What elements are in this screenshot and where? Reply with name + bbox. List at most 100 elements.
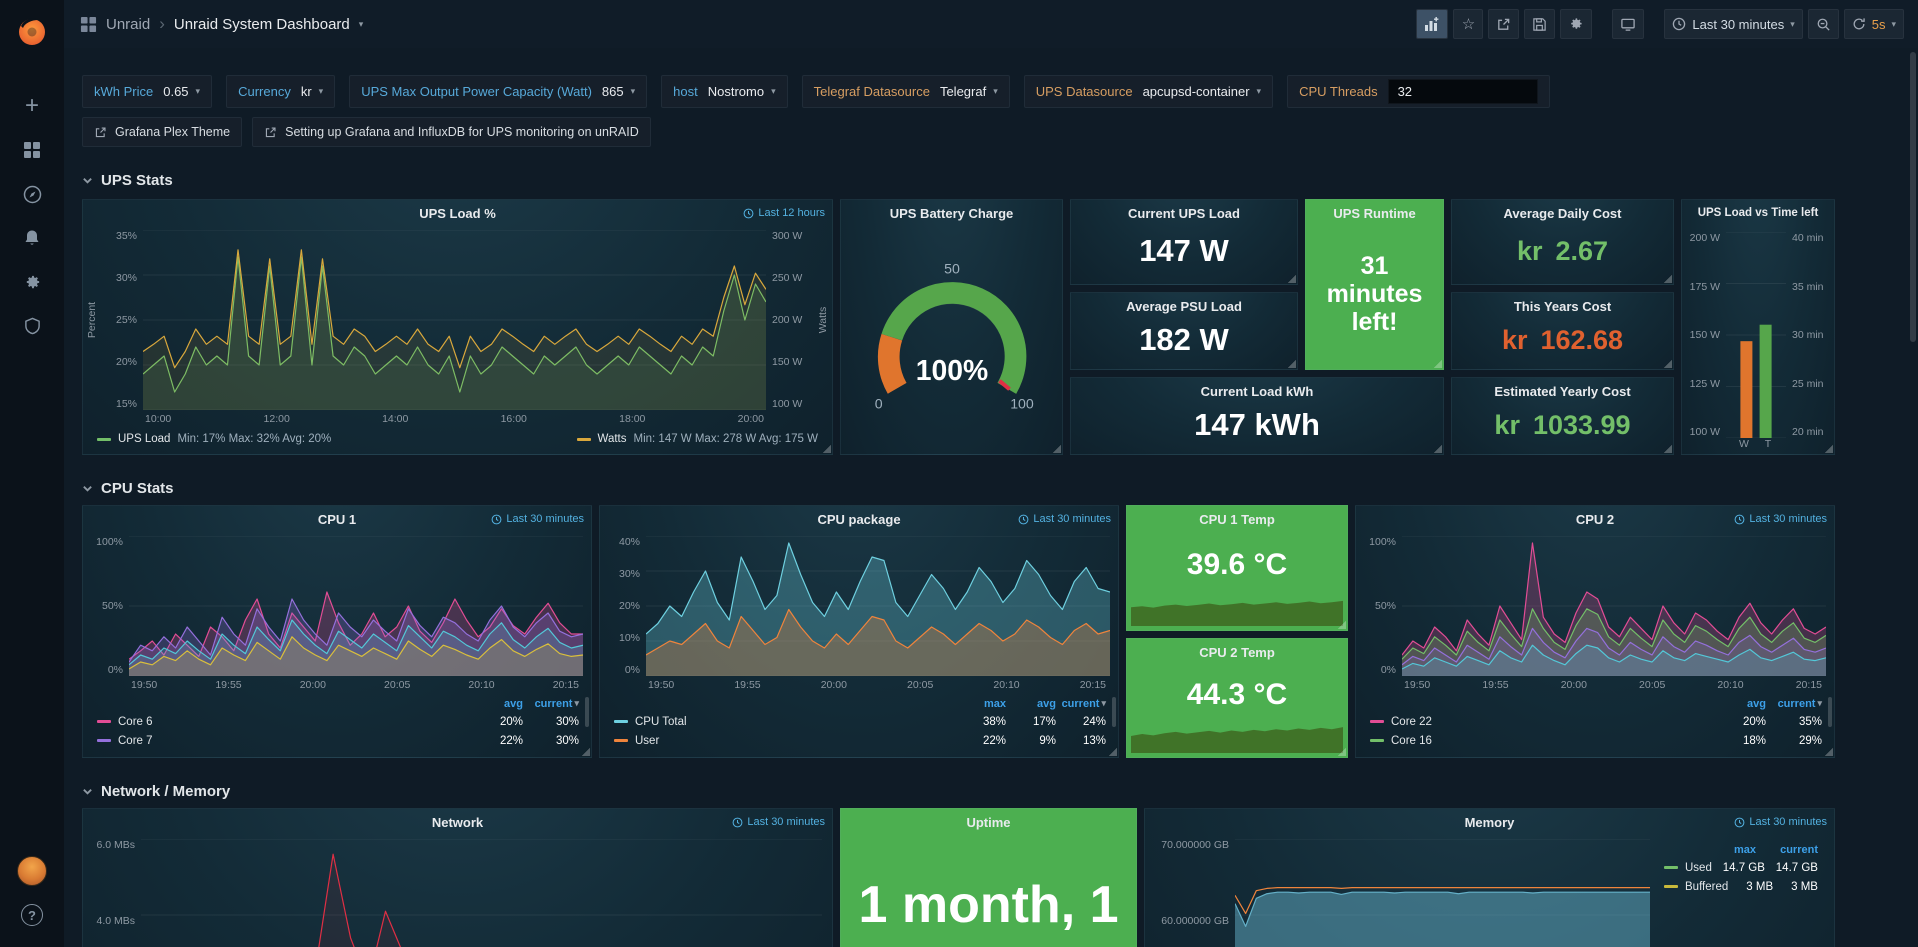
save-dashboard-button[interactable] <box>1524 9 1555 39</box>
sidebar-item-configuration[interactable] <box>9 260 55 304</box>
legend-item-ups-load[interactable]: UPS Load Min: 17% Max: 32% Avg: 20% <box>97 433 331 445</box>
panel-title[interactable]: CPU package <box>817 512 900 527</box>
panel-title[interactable]: Average PSU Load <box>1126 299 1242 314</box>
memory-chart[interactable] <box>1235 839 1650 947</box>
legend-row-core6[interactable]: Core 6 20% 30% <box>97 712 579 731</box>
section-header-cpu-stats[interactable]: CPU Stats <box>82 480 1918 497</box>
page-scrollbar[interactable] <box>1910 52 1916 342</box>
grafana-logo[interactable] <box>9 8 55 54</box>
panel-title[interactable]: Estimated Yearly Cost <box>1494 384 1630 399</box>
tick-label: 15% <box>99 398 137 410</box>
panel-title[interactable]: CPU 1 Temp <box>1199 512 1275 527</box>
add-panel-button[interactable] <box>1416 9 1448 39</box>
variable-value: 865 <box>602 84 624 99</box>
panel-title[interactable]: Memory <box>1465 815 1515 830</box>
cpu-threads-input[interactable] <box>1388 79 1538 104</box>
legend-sort-max[interactable]: max <box>956 698 1006 710</box>
sidebar-item-dashboards[interactable] <box>9 128 55 172</box>
panel-title[interactable]: UPS Battery Charge <box>890 206 1014 221</box>
legend-row-cpu-total[interactable]: CPU Total 38% 17% 24% <box>614 712 1106 731</box>
variable-ups-datasource: UPS Datasource apcupsd-container▾ <box>1024 75 1273 108</box>
cpu-package-chart[interactable] <box>646 536 1110 676</box>
legend-sort-avg[interactable]: avg <box>1710 698 1766 710</box>
refresh-button[interactable]: 5s ▾ <box>1844 9 1904 39</box>
user-avatar[interactable] <box>9 849 55 893</box>
variable-value-dropdown[interactable]: kr▾ <box>301 84 323 99</box>
sidebar-item-explore[interactable] <box>9 172 55 216</box>
legend-row-used[interactable]: Used 14.7 GB 14.7 GB <box>1664 858 1818 877</box>
panel-title[interactable]: This Years Cost <box>1514 299 1611 314</box>
legend-value: 14.7 GB <box>1712 862 1765 874</box>
panel-title[interactable]: CPU 2 Temp <box>1199 645 1275 660</box>
panel-network: Network Last 30 minutes 6.0 MBs 4.0 MBs … <box>82 808 833 947</box>
dashboard-settings-button[interactable] <box>1560 9 1592 39</box>
legend-value: 13% <box>1056 735 1106 747</box>
dashboard-dropdown-caret-icon[interactable]: ▾ <box>359 19 364 30</box>
variable-value-dropdown[interactable]: Telegraf▾ <box>940 84 998 99</box>
legend-scrollbar[interactable] <box>1828 697 1832 727</box>
breadcrumb-org[interactable]: Unraid <box>106 16 150 33</box>
sidebar-item-server-admin[interactable] <box>9 304 55 348</box>
legend-scrollbar[interactable] <box>1112 697 1116 727</box>
legend-sort-current[interactable]: current▾ <box>1766 698 1822 710</box>
dashboard-grid-icon[interactable] <box>80 16 97 33</box>
mark-favorite-button[interactable]: ☆ <box>1453 9 1483 39</box>
panel-title[interactable]: Uptime <box>966 815 1010 830</box>
sidebar-item-alerting[interactable] <box>9 216 55 260</box>
legend-sort-avg[interactable]: avg <box>467 698 523 710</box>
sidebar-item-create[interactable]: + <box>9 84 55 128</box>
legend-row-user[interactable]: User 22% 9% 13% <box>614 731 1106 750</box>
legend-table: avg current▾ Core 6 20% 30% Core 7 <box>83 693 591 757</box>
panel-title[interactable]: UPS Load % <box>419 206 496 221</box>
panel-title[interactable]: UPS Runtime <box>1333 206 1415 221</box>
series-name: Buffered <box>1685 881 1728 893</box>
panel-title[interactable]: CPU 1 <box>318 512 356 527</box>
ups-load-chart[interactable] <box>143 230 766 410</box>
legend-sort-current[interactable]: current▾ <box>1056 698 1106 710</box>
dashboard-link-ups-guide[interactable]: Setting up Grafana and InfluxDB for UPS … <box>252 117 651 147</box>
chart-area: 200 W 175 W 150 W 125 W 100 W 40 min 35 … <box>1682 226 1834 438</box>
panel-title[interactable]: Current Load kWh <box>1201 384 1314 399</box>
clock-icon <box>743 208 754 219</box>
legend-row-buffered[interactable]: Buffered 3 MB 3 MB <box>1664 877 1818 896</box>
legend-item-watts[interactable]: Watts Min: 147 W Max: 278 W Avg: 175 W <box>577 433 818 445</box>
variable-value-dropdown[interactable]: 0.65▾ <box>163 84 200 99</box>
legend-sort-current[interactable]: current▾ <box>523 698 579 710</box>
series-color-dash <box>614 739 628 742</box>
variable-value-dropdown[interactable]: Nostromo▾ <box>708 84 776 99</box>
cpu2-chart[interactable] <box>1402 536 1826 676</box>
zoom-out-time-button[interactable] <box>1808 9 1839 39</box>
panel-title[interactable]: UPS Load vs Time left <box>1698 207 1819 219</box>
temp-sparkline <box>1131 719 1343 753</box>
panel-title[interactable]: Network <box>432 815 483 830</box>
cycle-view-mode-button[interactable] <box>1612 9 1644 39</box>
legend-row-core22[interactable]: Core 22 20% 35% <box>1370 712 1822 731</box>
panel-time-override: Last 30 minutes <box>1734 816 1827 828</box>
load-vs-time-bars-chart[interactable] <box>1726 232 1786 438</box>
variable-value-dropdown[interactable]: 865▾ <box>602 84 635 99</box>
legend-value: 22% <box>467 735 523 747</box>
legend-header-row: avg current▾ <box>1370 695 1822 712</box>
panel-title[interactable]: Average Daily Cost <box>1503 206 1621 221</box>
legend-row-core16[interactable]: Core 16 18% 29% <box>1370 731 1822 750</box>
legend-row-core7[interactable]: Core 7 22% 30% <box>97 731 579 750</box>
dashboard-link-plex-theme[interactable]: Grafana Plex Theme <box>82 117 242 147</box>
cpu1-chart[interactable] <box>129 536 583 676</box>
refresh-interval-label: 5s <box>1872 17 1886 32</box>
legend-sort-avg[interactable]: avg <box>1006 698 1056 710</box>
variable-value-dropdown[interactable]: apcupsd-container▾ <box>1143 84 1262 99</box>
panel-title[interactable]: Current UPS Load <box>1128 206 1240 221</box>
share-dashboard-button[interactable] <box>1488 9 1519 39</box>
network-chart[interactable] <box>141 839 822 947</box>
section-header-ups-stats[interactable]: UPS Stats <box>82 172 1918 189</box>
panel-title[interactable]: CPU 2 <box>1576 512 1614 527</box>
legend-sort-current[interactable]: current <box>1756 844 1818 856</box>
breadcrumb-dashboard-title[interactable]: Unraid System Dashboard <box>174 16 350 33</box>
sidebar-item-help[interactable]: ? <box>9 893 55 937</box>
legend-sort-max[interactable]: max <box>1694 844 1756 856</box>
legend-scrollbar[interactable] <box>585 697 589 727</box>
time-override-label: Last 30 minutes <box>747 816 825 828</box>
time-range-picker[interactable]: Last 30 minutes ▾ <box>1664 9 1802 39</box>
variable-value: Nostromo <box>708 84 764 99</box>
section-header-network-memory[interactable]: Network / Memory <box>82 783 1918 800</box>
